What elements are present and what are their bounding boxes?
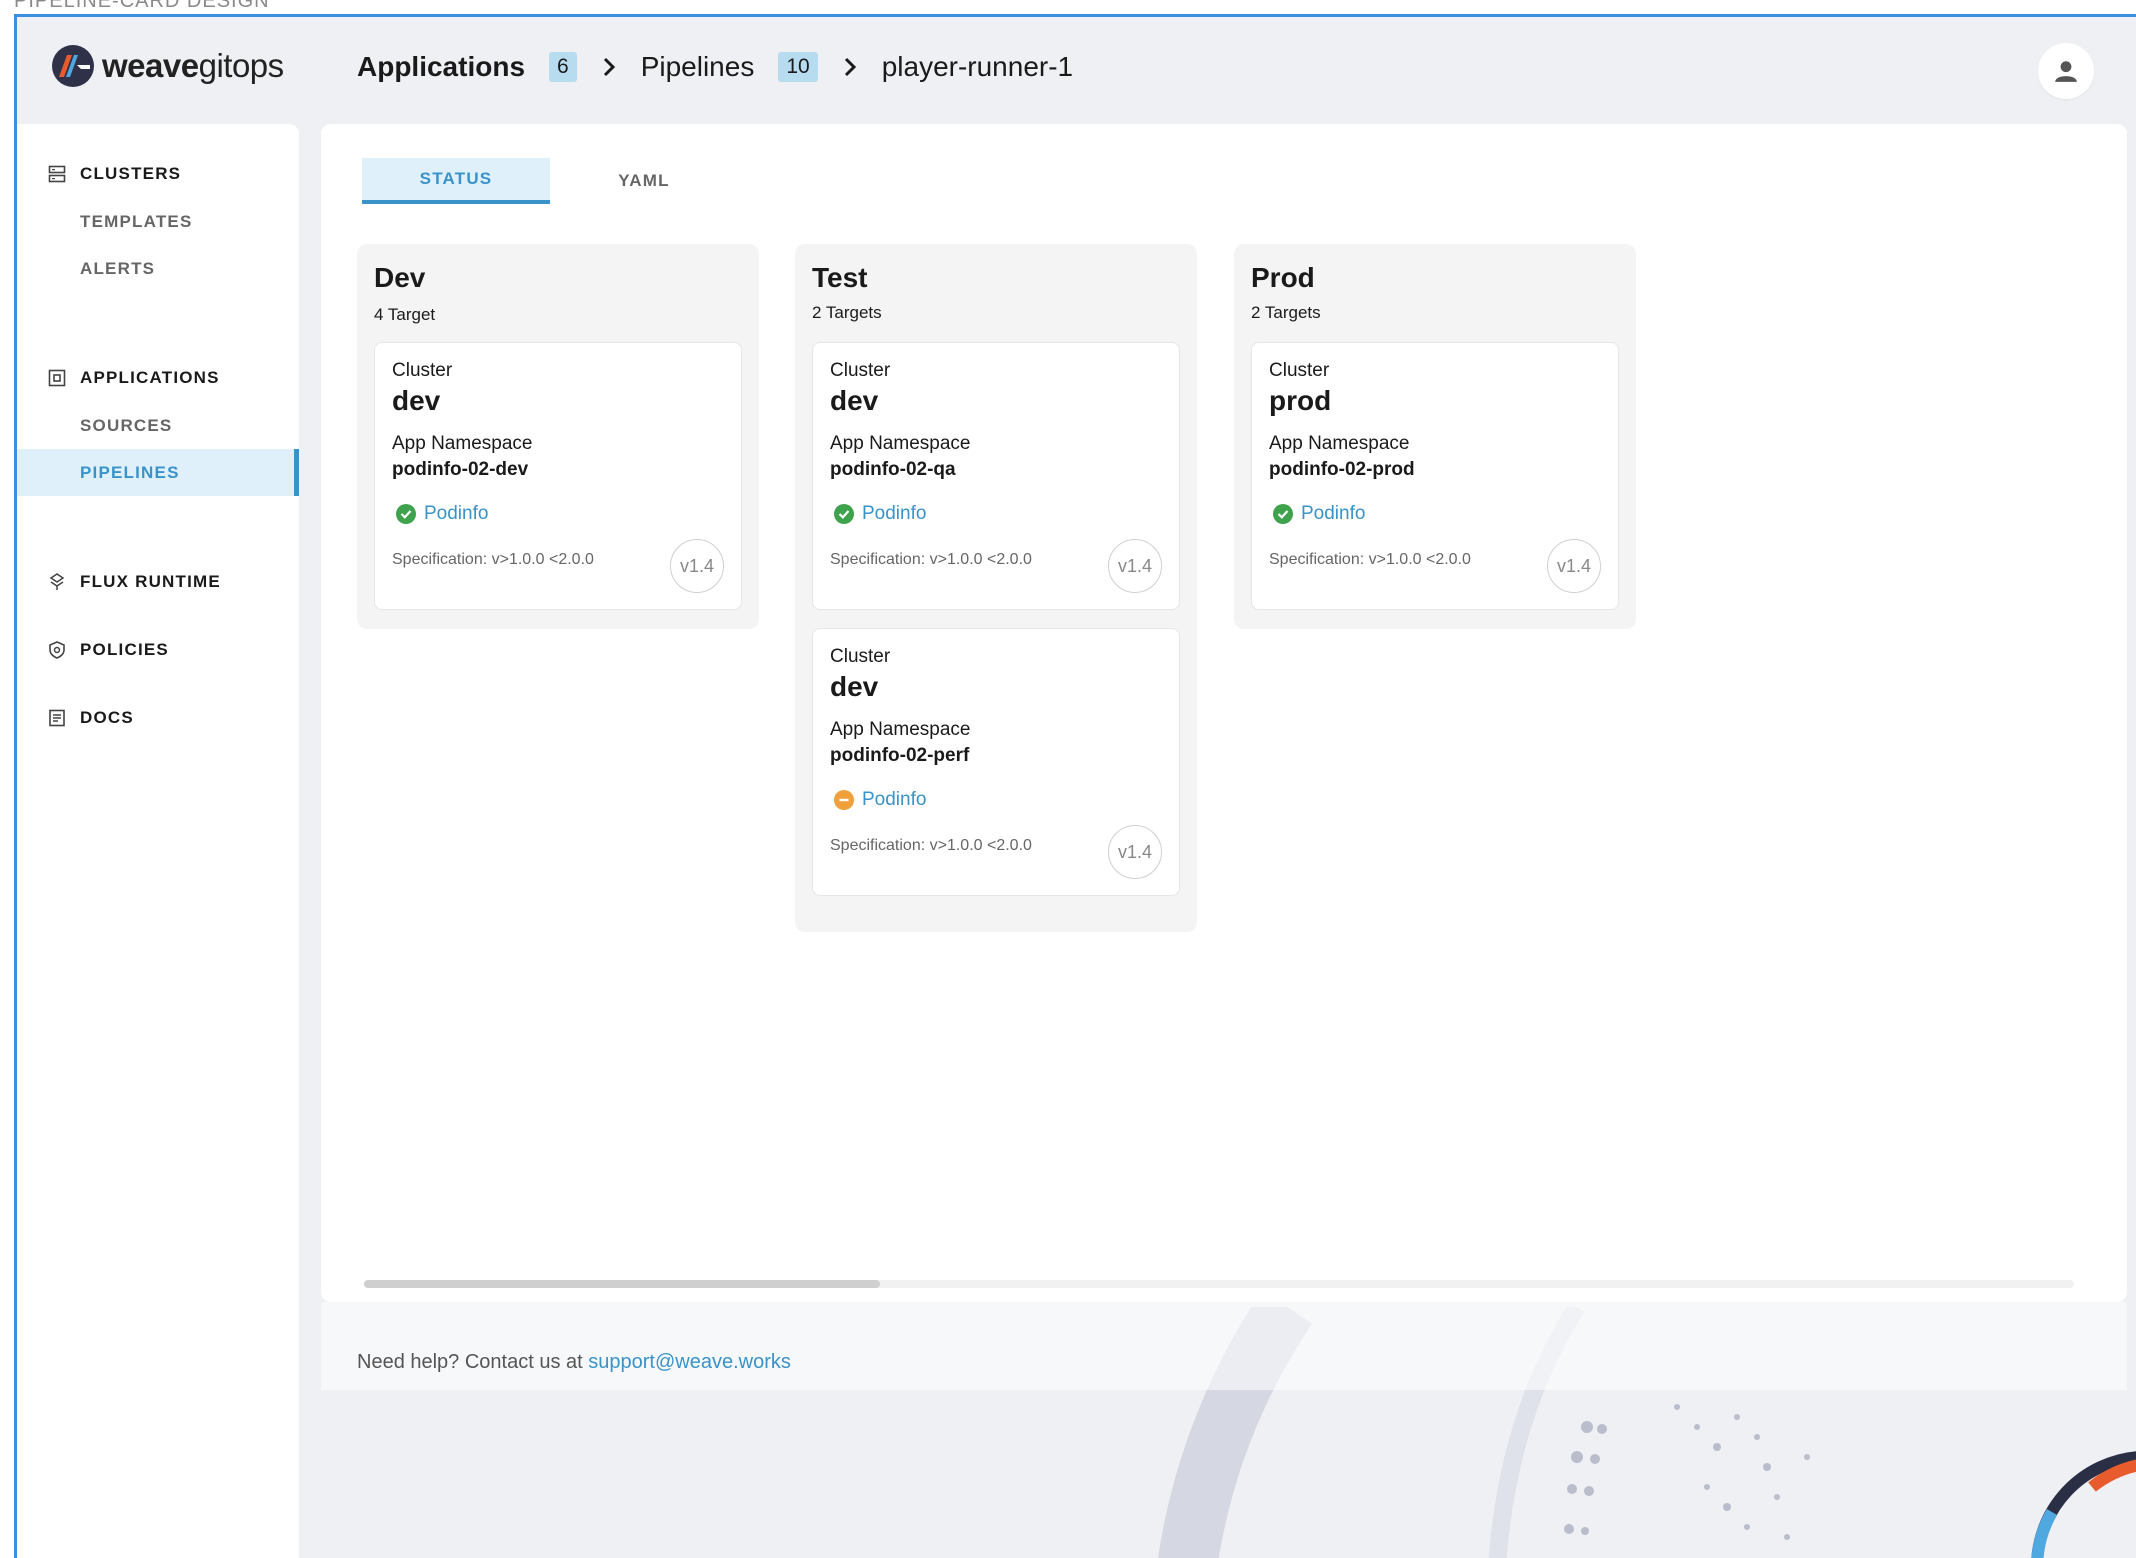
pipeline-target-card: Cluster dev App Namespace podinfo-02-qa … [812, 342, 1180, 610]
footer-strip [321, 1302, 2127, 1390]
user-icon [2055, 61, 2077, 82]
pipelines-count-badge: 10 [778, 52, 818, 82]
applications-icon [48, 369, 66, 387]
check-circle-icon [396, 504, 416, 524]
frame-title: PIPELINE-CARD DESIGN [14, 0, 270, 12]
docs-icon [49, 709, 65, 727]
breadcrumb-applications[interactable]: Applications [357, 51, 525, 83]
version-badge: v1.4 [1108, 539, 1162, 593]
horizontal-scrollbar[interactable] [364, 1280, 2074, 1288]
brand-logo[interactable]: weavegitops [50, 43, 284, 89]
namespace-label: App Namespace [830, 433, 971, 454]
breadcrumb: Applications 6 Pipelines 10 player-runne… [357, 51, 1073, 83]
version-badge: v1.4 [670, 539, 724, 593]
brand-name: weavegitops [102, 47, 284, 84]
sidebar-item-sources[interactable]: SOURCES [17, 402, 299, 449]
check-circle-icon [834, 504, 854, 524]
version-badge: v1.4 [1547, 539, 1601, 593]
flux-icon [49, 573, 65, 590]
cluster-name: prod [1269, 385, 1332, 416]
specification-text: Specification: v>1.0.0 <2.0.0 [830, 551, 1032, 568]
sidebar-item-pipelines[interactable]: PIPELINES [17, 449, 299, 496]
namespace-value: podinfo-02-dev [392, 459, 529, 480]
environment-column-prod: Prod 2 Targets Cluster prod App Namespac… [1234, 244, 1636, 629]
namespace-value: podinfo-02-prod [1269, 459, 1415, 480]
sidebar-item-flux-runtime[interactable]: FLUX RUNTIME [17, 558, 299, 606]
cluster-label: Cluster [392, 360, 453, 381]
app-status-row: Podinfo [396, 503, 488, 525]
app-link[interactable]: Podinfo [862, 789, 926, 811]
cluster-label: Cluster [830, 360, 891, 381]
cluster-name: dev [830, 671, 879, 702]
help-text: Need help? Contact us at [357, 1351, 583, 1373]
check-circle-icon [1273, 504, 1293, 524]
breadcrumb-current-pipeline: player-runner-1 [881, 51, 1074, 82]
version-badge: v1.4 [1108, 825, 1162, 879]
tab-yaml[interactable]: YAML [550, 158, 738, 204]
tab-bar: STATUS YAML [362, 158, 738, 204]
namespace-label: App Namespace [830, 719, 971, 740]
clusters-icon [48, 165, 66, 183]
weave-logo-icon [52, 45, 94, 87]
sidebar-item-templates[interactable]: TEMPLATES [17, 198, 299, 245]
namespace-label: App Namespace [392, 433, 533, 454]
pipeline-target-card: Cluster dev App Namespace podinfo-02-dev… [374, 342, 742, 610]
nav-group-policies: POLICIES [17, 626, 299, 674]
specification-text: Specification: v>1.0.0 <2.0.0 [392, 551, 594, 568]
cluster-label: Cluster [830, 646, 891, 667]
namespace-label: App Namespace [1269, 433, 1410, 454]
scrollbar-thumb[interactable] [364, 1280, 880, 1288]
environment-name: Test [812, 262, 868, 293]
cluster-label: Cluster [1269, 360, 1330, 381]
specification-text: Specification: v>1.0.0 <2.0.0 [830, 837, 1032, 854]
support-email-link[interactable]: support@weave.works [588, 1351, 791, 1373]
tab-status[interactable]: STATUS [362, 158, 550, 204]
chevron-right-icon [603, 57, 615, 77]
cluster-name: dev [830, 385, 879, 416]
applications-count-badge: 6 [549, 52, 577, 82]
user-menu-button[interactable] [2038, 43, 2094, 99]
app-status-row: Podinfo [834, 789, 926, 811]
sidebar: CLUSTERS TEMPLATES ALERTS APPLICATIONS S… [17, 124, 299, 1558]
sidebar-item-policies[interactable]: POLICIES [17, 626, 299, 674]
environment-targets: 2 Targets [1251, 303, 1321, 322]
sidebar-item-alerts[interactable]: ALERTS [17, 245, 299, 292]
breadcrumb-pipelines[interactable]: Pipelines [641, 51, 755, 83]
app-link[interactable]: Podinfo [1301, 503, 1365, 525]
minus-circle-icon [834, 790, 854, 810]
environment-column-test: Test 2 Targets Cluster dev App Namespace… [795, 244, 1197, 932]
chevron-right-icon [844, 57, 856, 77]
environment-name: Prod [1251, 262, 1315, 293]
specification-text: Specification: v>1.0.0 <2.0.0 [1269, 551, 1471, 568]
environment-targets: 4 Target [374, 305, 436, 324]
help-footer: Need help? Contact us at support@weave.w… [357, 1351, 791, 1374]
namespace-value: podinfo-02-qa [830, 459, 956, 480]
nav-group-flux-runtime: FLUX RUNTIME [17, 558, 299, 606]
app-status-row: Podinfo [1273, 503, 1365, 525]
environment-column-dev: Dev 4 Target Cluster dev App Namespace p… [357, 244, 759, 629]
app-link[interactable]: Podinfo [424, 503, 488, 525]
policies-icon [49, 641, 65, 659]
nav-group-docs: DOCS [17, 694, 299, 742]
pipeline-target-card: Cluster prod App Namespace podinfo-02-pr… [1251, 342, 1619, 610]
app-frame: weavegitops Applications 6 Pipelines 10 … [14, 14, 2136, 1558]
environment-targets: 2 Targets [812, 303, 882, 322]
nav-group-applications: APPLICATIONS SOURCES PIPELINES [17, 354, 299, 496]
nav-group-clusters: CLUSTERS TEMPLATES ALERTS [17, 150, 299, 292]
sidebar-item-docs[interactable]: DOCS [17, 694, 299, 742]
app-link[interactable]: Podinfo [862, 503, 926, 525]
pipeline-target-card: Cluster dev App Namespace podinfo-02-per… [812, 628, 1180, 896]
sidebar-item-clusters[interactable]: CLUSTERS [17, 150, 299, 198]
main-panel: STATUS YAML Dev 4 Target Cluster dev App… [321, 124, 2127, 1302]
environment-name: Dev [374, 262, 426, 293]
namespace-value: podinfo-02-perf [830, 745, 970, 766]
cluster-name: dev [392, 385, 441, 416]
app-status-row: Podinfo [834, 503, 926, 525]
sidebar-item-applications[interactable]: APPLICATIONS [17, 354, 299, 402]
